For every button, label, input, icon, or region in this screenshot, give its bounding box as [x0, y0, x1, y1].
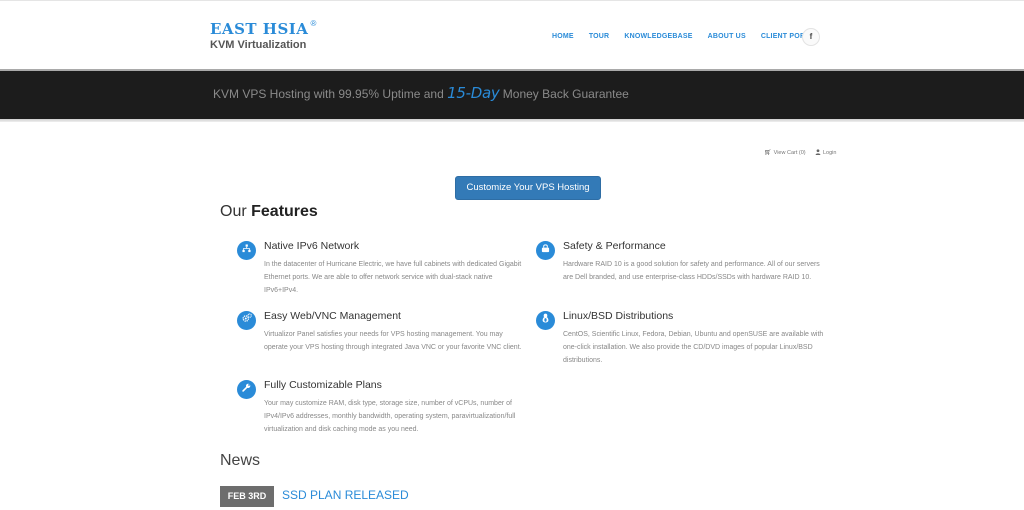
feature-title: Linux/BSD Distributions [563, 310, 674, 322]
feature-title: Easy Web/VNC Management [264, 310, 401, 322]
features-heading: Our Features [220, 203, 318, 220]
facebook-icon[interactable]: f [802, 28, 820, 46]
network-icon [237, 241, 256, 260]
news-heading: News [220, 452, 261, 469]
feature-title: Fully Customizable Plans [264, 379, 382, 391]
feature-title: Native IPv6 Network [264, 240, 360, 252]
news-date-badge: FEB 3RD [220, 486, 274, 507]
banner-bottom-edge [0, 119, 1024, 122]
customize-vps-button[interactable]: Customize Your VPS Hosting [455, 176, 601, 200]
gears-icon [237, 311, 256, 330]
banner-highlight: 15-Day [447, 84, 500, 102]
logo-title: EAST HSIA [210, 20, 309, 38]
cart-icon: 🛒︎ [764, 150, 772, 156]
feature-title: Safety & Performance [563, 240, 666, 252]
site-logo[interactable]: EAST HSIA ® KVM Virtualization [210, 19, 317, 51]
nav-home[interactable]: HOME [552, 33, 574, 40]
nav-tour[interactable]: TOUR [589, 33, 610, 40]
nav-about-us[interactable]: ABOUT US [708, 33, 746, 40]
banner-tagline: KVM VPS Hosting with 99.95% Uptime and 1… [213, 84, 629, 102]
nav-knowledgebase[interactable]: KNOWLEDGEBASE [624, 33, 692, 40]
feature-description: In the datacenter of Hurricane Electric,… [264, 261, 522, 294]
linux-icon [536, 311, 555, 330]
logo-subtitle: KVM Virtualization [210, 39, 307, 51]
site-header: EAST HSIA ® KVM Virtualization HOME TOUR … [0, 0, 1024, 69]
feature-description: Hardware RAID 10 is a good solution for … [563, 261, 820, 281]
feature-description: Virtualizor Panel satisfies your needs f… [264, 331, 522, 351]
registered-mark: ® [310, 19, 317, 28]
login-link[interactable]: Login [815, 149, 836, 157]
feature-description: Your may customize RAM, disk type, stora… [264, 400, 516, 433]
wrench-icon [237, 380, 256, 399]
main-nav: HOME TOUR KNOWLEDGEBASE ABOUT US CLIENT … [552, 33, 834, 40]
feature-description: CentOS, Scientific Linux, Fedora, Debian… [563, 331, 824, 364]
user-icon [815, 149, 821, 157]
safety-icon [536, 241, 555, 260]
news-headline-link[interactable]: SSD PLAN RELEASED [282, 488, 409, 502]
view-cart-link[interactable]: 🛒︎ View Cart (0) [764, 149, 806, 157]
